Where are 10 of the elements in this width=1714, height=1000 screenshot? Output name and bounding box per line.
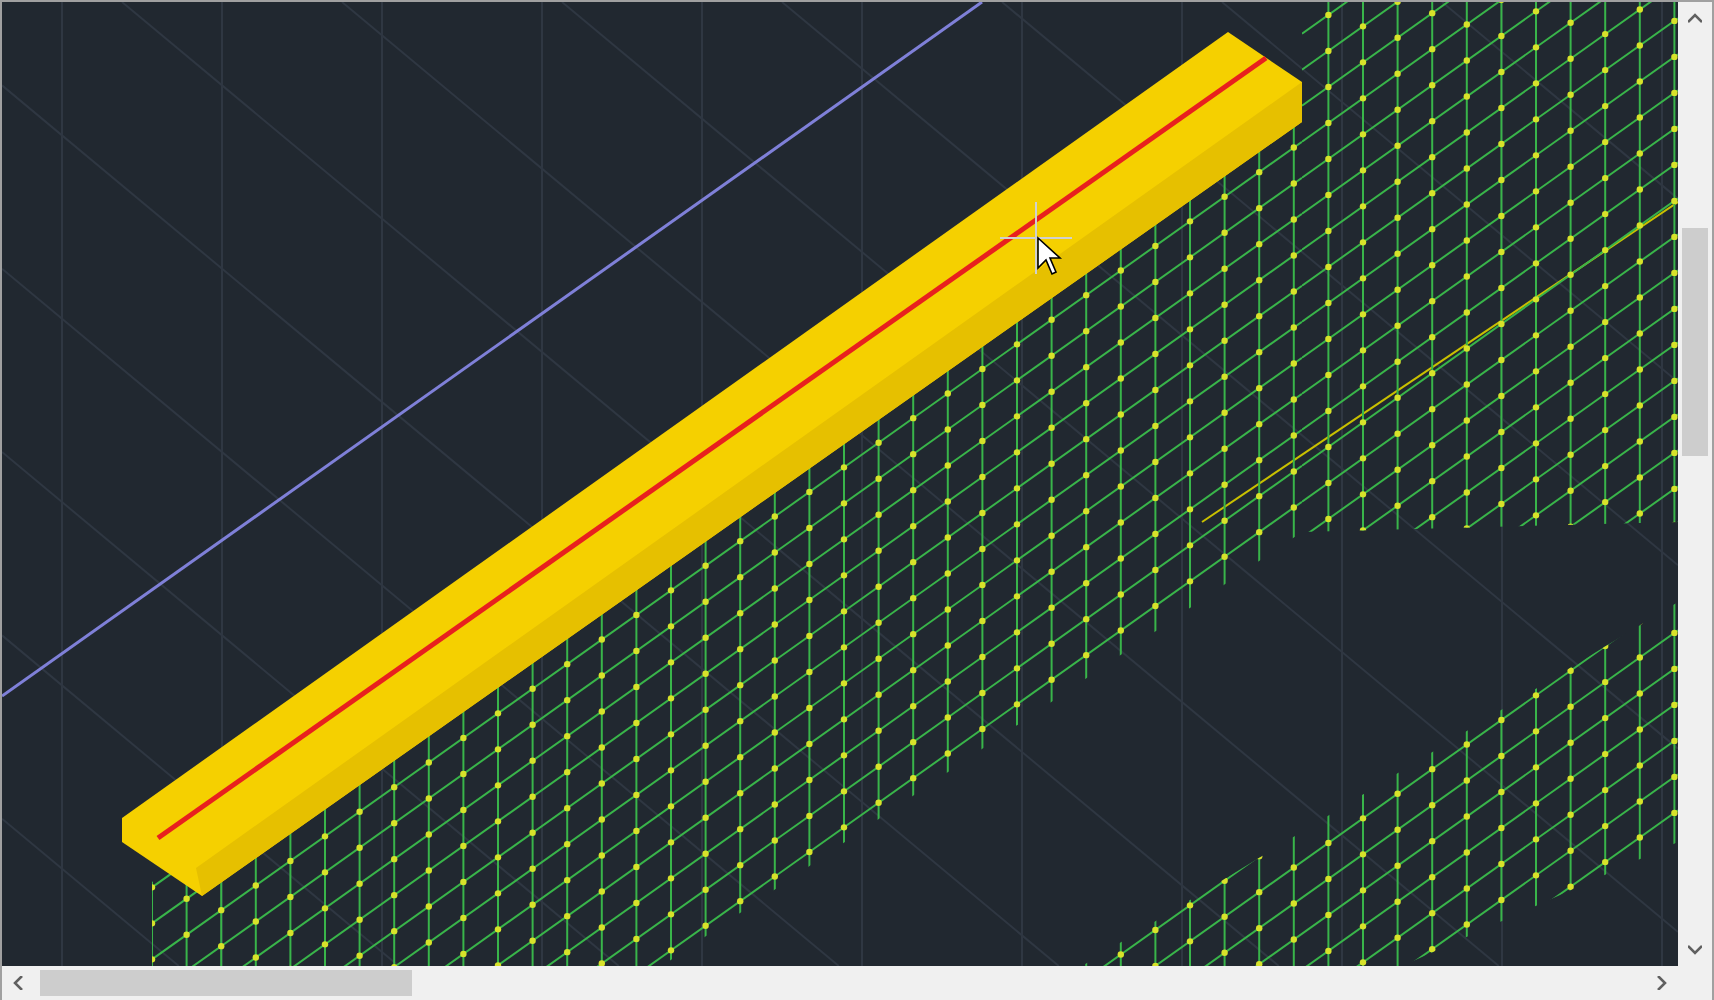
crosshair-cursor-icon	[999, 201, 1073, 275]
scrollbar-thumb[interactable]	[40, 970, 412, 996]
scrollbar-thumb[interactable]	[1682, 228, 1708, 456]
cad-viewport[interactable]	[2, 2, 1678, 966]
caret-icon	[1654, 976, 1668, 990]
arrow-cursor-icon	[1037, 236, 1063, 276]
horizontal-scrollbar[interactable]	[2, 966, 1678, 1000]
caret-icon	[1688, 12, 1702, 26]
caret-icon	[1688, 942, 1702, 956]
caret-icon	[12, 976, 26, 990]
